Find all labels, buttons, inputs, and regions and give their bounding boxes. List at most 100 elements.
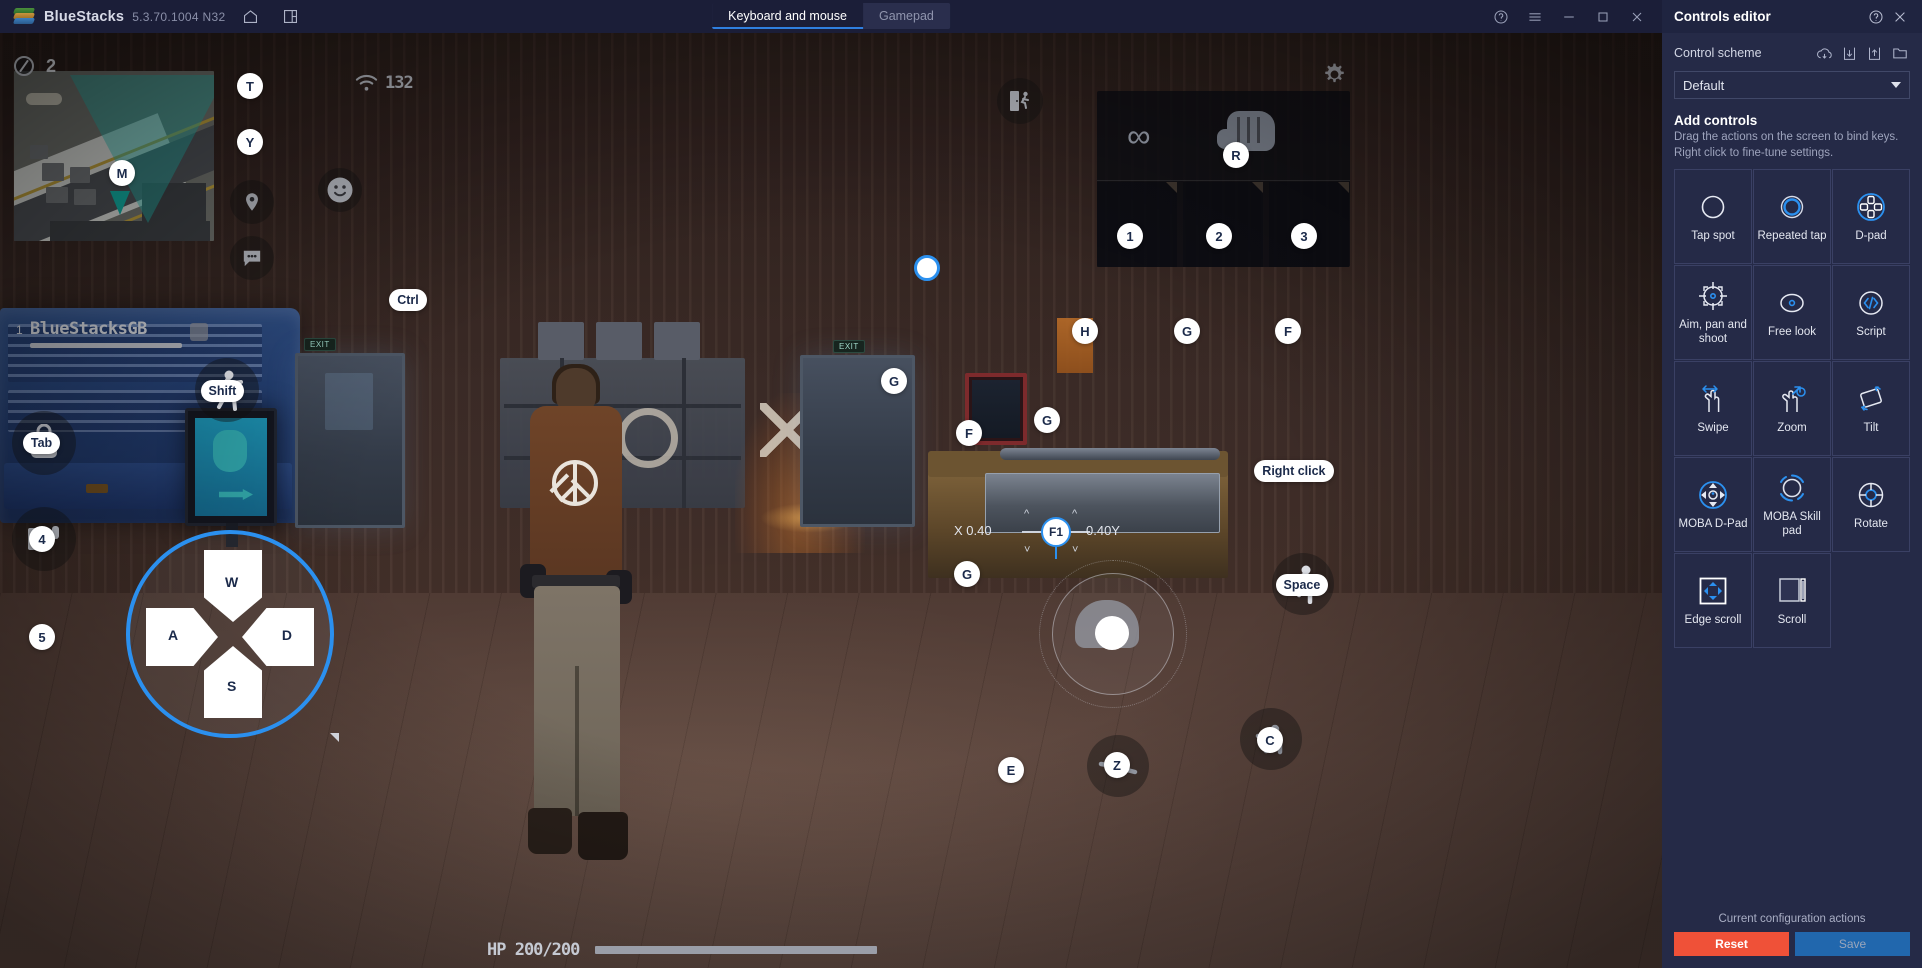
- key-binding-ctrl[interactable]: Ctrl: [389, 289, 427, 311]
- zoom-icon: [1776, 382, 1808, 416]
- dpad-key-up[interactable]: W: [225, 574, 238, 590]
- import-icon[interactable]: [1839, 43, 1860, 63]
- key-binding-f[interactable]: F: [1275, 318, 1301, 344]
- emoji-icon[interactable]: [318, 168, 362, 212]
- key-binding-c[interactable]: C: [1257, 727, 1283, 753]
- key-binding-g[interactable]: G: [954, 561, 980, 587]
- key-binding-4[interactable]: 4: [29, 526, 55, 552]
- map-pin-icon[interactable]: [230, 180, 274, 224]
- export-icon[interactable]: [1864, 43, 1885, 63]
- dpad-key-right[interactable]: D: [282, 627, 292, 643]
- key-binding-space[interactable]: Space: [1275, 574, 1329, 596]
- help-icon[interactable]: [1484, 0, 1518, 33]
- folder-icon[interactable]: [1889, 43, 1910, 63]
- key-binding-1[interactable]: 1: [1117, 223, 1143, 249]
- control-tile-free-look[interactable]: Free look: [1753, 265, 1831, 361]
- dpad-key-down[interactable]: S: [227, 678, 236, 694]
- aim-sensitivity-x: X 0.40: [954, 523, 992, 538]
- compass-icon: [14, 56, 34, 76]
- key-binding-2[interactable]: 2: [1206, 223, 1232, 249]
- key-binding-shift[interactable]: Shift: [200, 380, 245, 402]
- chevron-down-icon-left[interactable]: ˅: [1024, 545, 1030, 556]
- control-scheme-value: Default: [1683, 77, 1725, 93]
- add-controls-title: Add controls: [1674, 113, 1758, 128]
- moba-skillpad-icon: [1776, 471, 1808, 505]
- key-binding-y[interactable]: Y: [237, 129, 263, 155]
- aim-widget-key[interactable]: F1: [1041, 517, 1071, 547]
- chevron-down-icon-right[interactable]: ˅: [1072, 545, 1078, 556]
- tap-spot-marker[interactable]: [914, 255, 940, 281]
- chat-bubble-icon[interactable]: [230, 236, 274, 280]
- mode-tabs: Keyboard and mouse Gamepad: [712, 3, 950, 29]
- control-tile-aim-pan-and-shoot[interactable]: Aim, pan and shoot: [1674, 265, 1752, 361]
- key-binding-3[interactable]: 3: [1291, 223, 1317, 249]
- minimize-icon[interactable]: [1552, 0, 1586, 33]
- current-configuration-label: Current configuration actions: [1718, 913, 1866, 925]
- player-rank: 1: [16, 323, 23, 337]
- control-tile-swipe[interactable]: Swipe: [1674, 361, 1752, 457]
- dpad-control[interactable]: W S A D: [126, 530, 334, 738]
- player-name: BlueStacksGB: [30, 319, 147, 339]
- key-binding-m[interactable]: M: [109, 160, 135, 186]
- hp-bar: [595, 946, 878, 954]
- chevron-up-icon-left[interactable]: ^: [1024, 509, 1029, 520]
- reset-button[interactable]: Reset: [1674, 932, 1789, 956]
- panel-footer: Current configuration actions Reset Save: [1662, 913, 1922, 968]
- add-controls-section: Add controls Drag the actions on the scr…: [1662, 111, 1922, 161]
- game-viewport[interactable]: EXIT EXIT ∞ 2 1 BlueStacksGB 132 W S A D…: [0, 33, 1662, 968]
- control-tile-tilt[interactable]: Tilt: [1832, 361, 1910, 457]
- ping-indicator: 132: [355, 73, 414, 93]
- key-binding-tab[interactable]: Tab: [22, 432, 61, 454]
- control-tile-moba-d-pad[interactable]: MOBA D-Pad: [1674, 457, 1752, 553]
- wifi-icon: [355, 75, 378, 91]
- menu-icon[interactable]: [1518, 0, 1552, 33]
- minimap-header: 2: [14, 55, 214, 77]
- maximize-icon[interactable]: [1586, 0, 1620, 33]
- chevron-down-icon: [1891, 82, 1901, 88]
- exit-sign-left: EXIT: [304, 338, 336, 351]
- minimap[interactable]: [14, 71, 214, 241]
- control-tile-zoom[interactable]: Zoom: [1753, 361, 1831, 457]
- multi-instance-icon[interactable]: [275, 2, 305, 32]
- control-tile-d-pad[interactable]: D-pad: [1832, 169, 1910, 265]
- cloud-sync-icon[interactable]: [1814, 43, 1835, 63]
- save-button[interactable]: Save: [1795, 932, 1910, 956]
- key-binding-e[interactable]: E: [998, 757, 1024, 783]
- control-scheme-dropdown[interactable]: Default: [1674, 71, 1910, 99]
- key-binding-h[interactable]: H: [1072, 318, 1098, 344]
- key-binding-g[interactable]: G: [1174, 318, 1200, 344]
- controls-editor-panel: Controls editor Control scheme Default A…: [1662, 0, 1922, 968]
- key-binding-t[interactable]: T: [237, 73, 263, 99]
- key-binding-g[interactable]: G: [1034, 407, 1060, 433]
- key-binding-g[interactable]: G: [881, 368, 907, 394]
- key-binding-r[interactable]: R: [1223, 142, 1249, 168]
- close-icon[interactable]: [1620, 0, 1654, 33]
- control-tile-edge-scroll[interactable]: Edge scroll: [1674, 553, 1752, 649]
- chevron-up-icon-right[interactable]: ^: [1072, 509, 1077, 520]
- tab-keyboard-and-mouse[interactable]: Keyboard and mouse: [712, 3, 863, 29]
- app-version: 5.3.70.1004 N32: [132, 9, 226, 24]
- home-icon[interactable]: [235, 2, 265, 32]
- control-tile-moba-skill-pad[interactable]: MOBA Skill pad: [1753, 457, 1831, 553]
- free-look-control[interactable]: [1039, 560, 1187, 708]
- control-tile-script[interactable]: Script: [1832, 265, 1910, 361]
- dpad-key-left[interactable]: A: [168, 627, 178, 643]
- control-tile-scroll[interactable]: Scroll: [1753, 553, 1831, 649]
- exit-door-icon[interactable]: [997, 78, 1043, 124]
- close-icon[interactable]: [1888, 5, 1912, 29]
- key-binding-f[interactable]: F: [956, 420, 982, 446]
- tab-gamepad[interactable]: Gamepad: [863, 3, 950, 29]
- aim-sensitivity-y: 0.40Y: [1086, 523, 1120, 538]
- dpad-resize-handle[interactable]: [330, 733, 339, 742]
- control-tile-tap-spot[interactable]: Tap spot: [1674, 169, 1752, 265]
- help-circle-icon[interactable]: [1864, 5, 1888, 29]
- gear-icon[interactable]: [1315, 55, 1353, 93]
- control-tile-rotate[interactable]: Rotate: [1832, 457, 1910, 553]
- key-binding-right-click[interactable]: Right click: [1254, 460, 1334, 482]
- control-tile-repeated-tap[interactable]: Repeated tap: [1753, 169, 1831, 265]
- aim-pan-shoot-control[interactable]: F1 ^ ˅ ^ ˅ X 0.40 0.40Y: [954, 503, 1120, 559]
- key-binding-z[interactable]: Z: [1104, 752, 1130, 778]
- moba-dpad-icon: [1697, 478, 1729, 512]
- hp-indicator: HP 200/200: [487, 940, 878, 960]
- key-binding-5[interactable]: 5: [29, 624, 55, 650]
